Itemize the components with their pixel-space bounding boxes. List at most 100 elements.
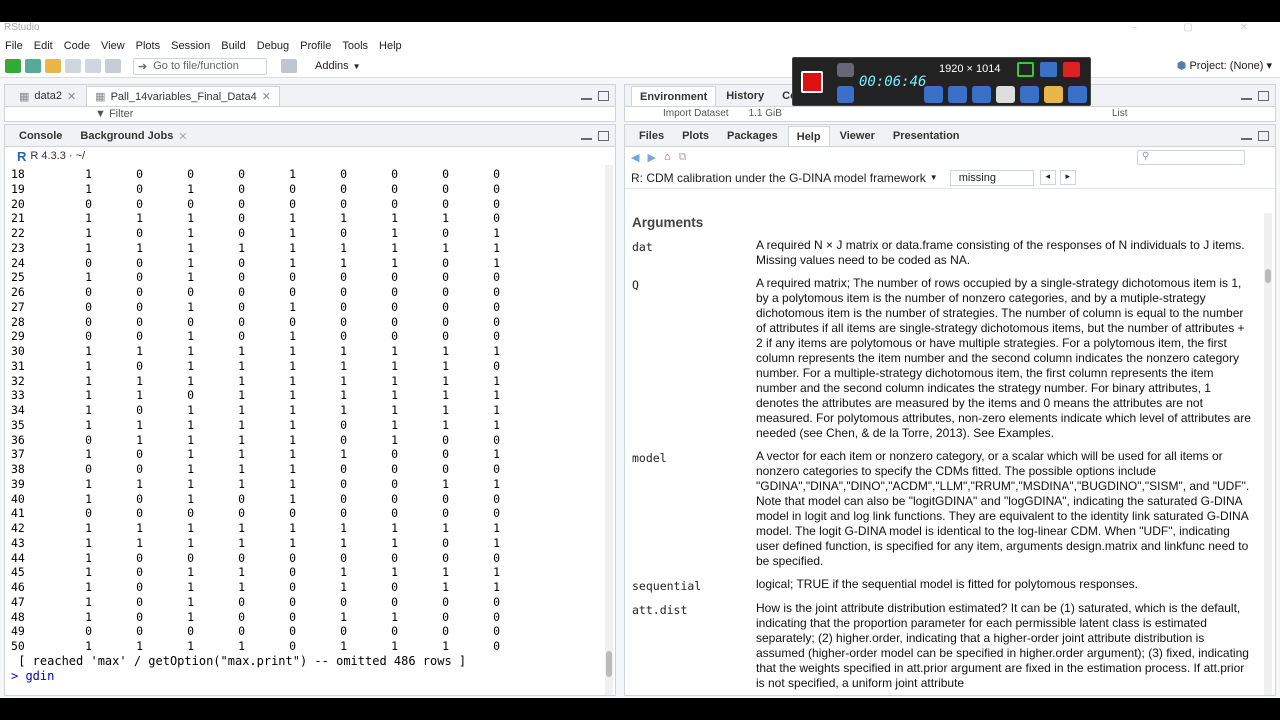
addins-menu[interactable]: Addins	[315, 60, 349, 72]
speaker-icon[interactable]	[924, 86, 943, 103]
tab-label: Background Jobs	[80, 130, 174, 142]
minimize-icon[interactable]	[1040, 62, 1057, 77]
menu-session[interactable]: Session	[171, 40, 210, 52]
grid-layout-icon[interactable]	[281, 59, 297, 73]
close-icon[interactable]: ✕	[67, 90, 76, 103]
console-scrollbar[interactable]	[605, 165, 613, 695]
import-dataset-button[interactable]: Import Dataset	[663, 108, 729, 119]
row-cell: 1	[85, 373, 92, 388]
pane-controls	[1241, 131, 1269, 141]
row-cell: 1	[493, 521, 500, 535]
menu-tools[interactable]: Tools	[342, 40, 368, 52]
row-cell: 0	[238, 329, 245, 344]
menu-bar: File Edit Code View Plots Session Build Debug Pr…	[0, 36, 1280, 55]
record-stop-button[interactable]	[801, 71, 823, 93]
project-menu[interactable]: ⬢ Project: (None) ▾	[1177, 59, 1272, 72]
open-folder-icon[interactable]	[45, 59, 61, 73]
new-file-icon[interactable]	[5, 59, 21, 73]
maximize-icon[interactable]	[1258, 131, 1269, 141]
forward-arrow-icon[interactable]: ▶	[647, 151, 655, 164]
folder-icon[interactable]	[1044, 86, 1063, 103]
tab-viewer[interactable]: Viewer	[832, 126, 883, 146]
pause-icon[interactable]	[837, 86, 854, 103]
title-bar: RStudio – ▢ ✕	[0, 22, 1280, 36]
scroll-thumb[interactable]	[1265, 269, 1271, 283]
find-next-button[interactable]: ▸	[1059, 170, 1076, 185]
minimize-icon[interactable]	[581, 131, 592, 140]
goto-file-input[interactable]: ➔ Go to file/function	[133, 57, 267, 75]
addins-chevron-icon[interactable]: ▼	[353, 62, 361, 71]
console-row: 29 0 0 1 0 1 0 0 0 0	[11, 329, 601, 344]
menu-build[interactable]: Build	[221, 40, 245, 52]
webcam-icon[interactable]	[972, 86, 991, 103]
close-icon[interactable]: ✕	[178, 130, 187, 143]
find-prev-button[interactable]: ◂	[1039, 170, 1056, 185]
save-all-icon[interactable]	[85, 59, 101, 73]
tab-console[interactable]: Console	[11, 126, 70, 146]
minimize-icon[interactable]	[581, 91, 592, 100]
close-icon[interactable]	[1063, 62, 1080, 77]
rstudio-window: RStudio – ▢ ✕ File Edit Code View Plots Sessi…	[0, 22, 1280, 698]
window-controls[interactable]: – ▢ ✕	[1131, 22, 1270, 34]
tab-environment[interactable]: Environment	[631, 86, 717, 106]
popout-icon[interactable]: ⧉	[679, 151, 687, 164]
scroll-thumb[interactable]	[606, 651, 612, 677]
pen-icon[interactable]	[1020, 86, 1039, 103]
minimize-icon[interactable]	[1241, 91, 1252, 100]
new-project-icon[interactable]	[25, 59, 41, 73]
menu-file[interactable]: File	[5, 40, 23, 52]
filter-label[interactable]: Filter	[109, 108, 133, 120]
row-cell: 1	[289, 344, 296, 358]
row-cell: 0	[136, 181, 143, 196]
row-cell: 1	[442, 476, 449, 491]
row-cell: 0	[289, 550, 296, 565]
tab-background-jobs[interactable]: Background Jobs ✕	[72, 126, 195, 146]
close-icon[interactable]: ✕	[262, 90, 271, 103]
save-icon[interactable]	[65, 59, 81, 73]
list-view-button[interactable]: List	[1112, 108, 1128, 119]
tab-data2[interactable]: ▦ data2 ✕	[11, 86, 84, 106]
help-scrollbar[interactable]	[1264, 213, 1272, 695]
region-icon[interactable]	[1017, 62, 1034, 77]
row-index: 30	[11, 344, 25, 358]
maximize-icon[interactable]	[598, 131, 609, 141]
menu-view[interactable]: View	[101, 40, 125, 52]
cursor-icon[interactable]	[996, 86, 1015, 103]
chevron-down-icon[interactable]: ▼	[930, 173, 938, 182]
row-cell: 1	[391, 255, 398, 270]
menu-debug[interactable]: Debug	[257, 40, 289, 52]
menu-plots[interactable]: Plots	[136, 40, 160, 52]
row-cell: 1	[187, 181, 194, 196]
camera-icon[interactable]	[837, 63, 854, 77]
row-cell: 0	[85, 314, 92, 329]
filter-icon[interactable]: ▼	[95, 108, 109, 120]
find-in-topic-input[interactable]: missing	[949, 169, 1034, 186]
tab-history[interactable]: History	[718, 86, 772, 106]
tab-files[interactable]: Files	[631, 126, 672, 146]
menu-profile[interactable]: Profile	[300, 40, 331, 52]
print-icon[interactable]	[105, 59, 121, 73]
memory-usage[interactable]: 1.1 GiB	[749, 108, 782, 119]
settings-gear-icon[interactable]	[1068, 86, 1087, 103]
row-cell: 1	[187, 329, 194, 344]
tab-pall-data[interactable]: ▦ Pall_14variables_Final_Data4 ✕	[86, 86, 280, 106]
console-input[interactable]: > gdin	[11, 669, 601, 684]
tab-presentation[interactable]: Presentation	[885, 126, 968, 146]
maximize-icon[interactable]	[598, 91, 609, 101]
row-index: 29	[11, 329, 25, 344]
maximize-icon[interactable]	[1258, 91, 1269, 101]
menu-code[interactable]: Code	[64, 40, 90, 52]
row-index: 20	[11, 196, 25, 211]
help-topic-select[interactable]: R: CDM calibration under the G-DINA mode…	[631, 171, 926, 185]
minimize-icon[interactable]	[1241, 131, 1252, 140]
tab-plots[interactable]: Plots	[674, 126, 717, 146]
tab-help[interactable]: Help	[787, 126, 830, 146]
menu-help[interactable]: Help	[379, 40, 402, 52]
menu-edit[interactable]: Edit	[34, 40, 53, 52]
tab-packages[interactable]: Packages	[719, 126, 786, 146]
argument-name: att.dist	[632, 603, 688, 617]
back-arrow-icon[interactable]: ◀	[631, 151, 639, 164]
microphone-icon[interactable]	[948, 86, 967, 103]
home-icon[interactable]: ⌂	[664, 151, 671, 163]
help-search-input[interactable]: ⚲	[1137, 150, 1245, 165]
